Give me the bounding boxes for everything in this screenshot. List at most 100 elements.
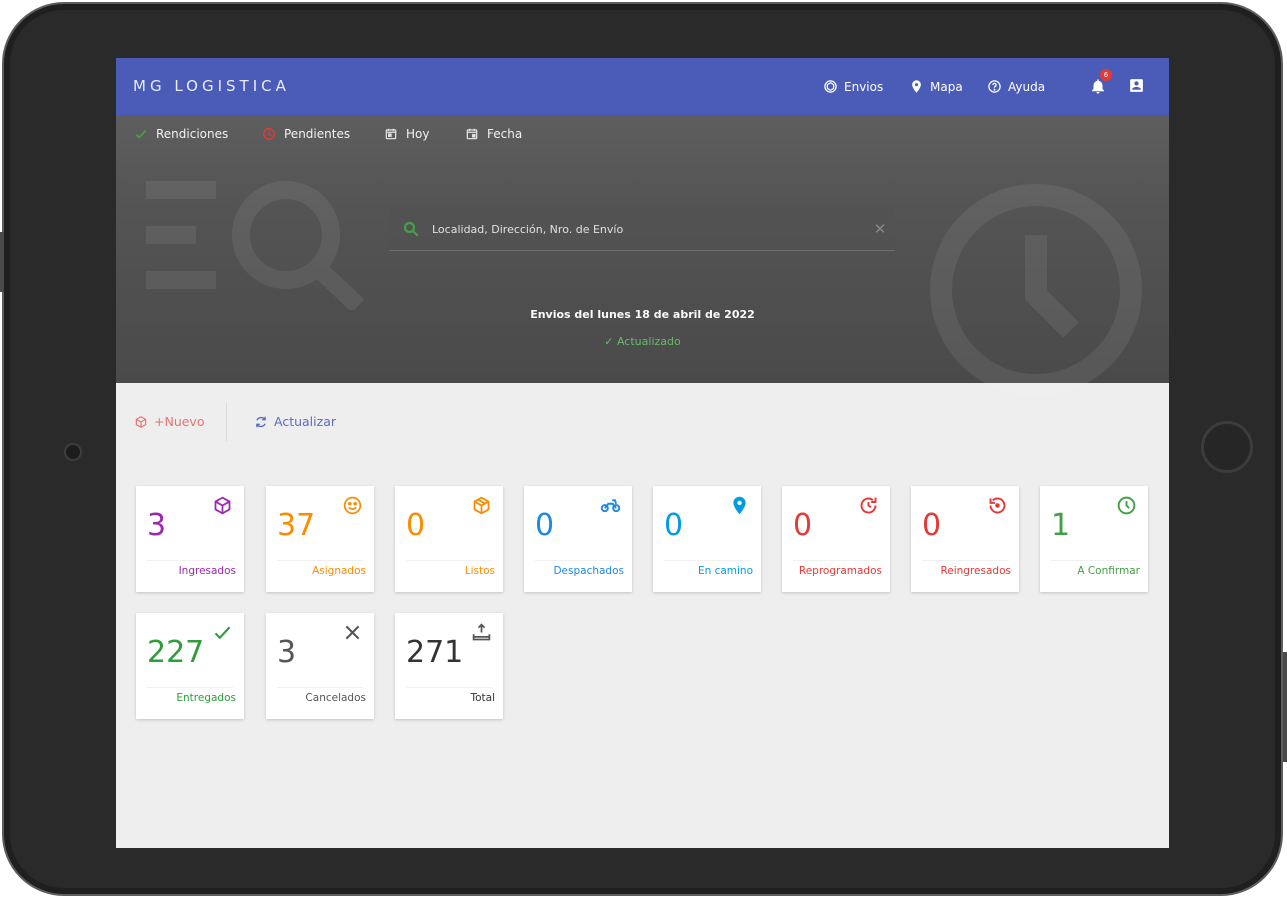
clock-icon xyxy=(1117,496,1136,515)
stat-label: Reprogramados xyxy=(798,565,882,577)
check-icon xyxy=(135,129,147,139)
stat-value: 227 xyxy=(147,635,205,670)
nav-envios-label: Envios xyxy=(844,79,884,94)
clear-search-icon[interactable]: ✕ xyxy=(865,220,895,238)
close-icon xyxy=(345,625,360,640)
stat-label: Despachados xyxy=(553,565,624,577)
search-input[interactable] xyxy=(430,221,865,237)
map-pin-icon xyxy=(912,80,921,93)
stat-value: 0 xyxy=(406,508,426,543)
top-bar: MG LOGISTICA Envios Mapa Ayuda 6 xyxy=(116,58,1169,115)
clock-decoration-icon xyxy=(930,184,1142,396)
stat-label: Total xyxy=(470,692,495,704)
toolbar-divider xyxy=(226,403,227,441)
stat-label: Cancelados xyxy=(305,692,366,704)
card-divider xyxy=(793,560,879,561)
stat-value: 37 xyxy=(277,508,316,543)
side-button-left xyxy=(0,232,4,292)
stat-value: 3 xyxy=(277,635,297,670)
nav-envios[interactable]: Envios xyxy=(823,79,883,94)
search-icon xyxy=(403,221,419,237)
stat-card-entregados[interactable]: 227 Entregados xyxy=(136,613,244,719)
package-icon xyxy=(473,496,490,515)
stat-value: 0 xyxy=(664,508,684,543)
new-button-label: +Nuevo xyxy=(154,414,205,429)
refresh-button-label: Actualizar xyxy=(274,414,336,429)
stat-label: A Confirmar xyxy=(1077,565,1140,577)
card-divider xyxy=(535,560,621,561)
nav-ayuda-label: Ayuda xyxy=(1008,79,1046,94)
nav-ayuda[interactable]: Ayuda xyxy=(987,79,1045,94)
stat-value: 3 xyxy=(147,508,167,543)
card-divider xyxy=(664,560,750,561)
new-button[interactable]: +Nuevo xyxy=(134,414,204,429)
filter-hoy-label: Hoy xyxy=(406,127,430,141)
smiley-icon xyxy=(343,496,362,515)
stat-card-reingresados[interactable]: 0 Reingresados xyxy=(911,486,1019,592)
search-bar: ✕ xyxy=(389,208,895,251)
filter-pendientes-label: Pendientes xyxy=(284,127,351,141)
stat-value: 1 xyxy=(1051,508,1071,543)
card-divider xyxy=(406,687,492,688)
filter-hoy[interactable]: Hoy xyxy=(384,127,429,141)
home-button xyxy=(1201,421,1253,473)
refresh-icon xyxy=(256,416,266,427)
card-divider xyxy=(147,687,233,688)
map-pin-icon xyxy=(733,496,746,515)
refresh-button[interactable]: Actualizar xyxy=(254,414,336,429)
search-hero: Rendiciones Pendientes Hoy Fecha ✕ Envio… xyxy=(116,115,1169,396)
card-divider xyxy=(277,560,363,561)
stat-label: Ingresados xyxy=(178,565,236,577)
side-button-right xyxy=(1283,652,1287,762)
stat-card-cancelados[interactable]: 3 Cancelados xyxy=(266,613,374,719)
help-icon xyxy=(988,80,1001,93)
magnifier-decoration-icon xyxy=(146,181,365,310)
motorcycle-icon xyxy=(600,499,621,513)
card-divider xyxy=(147,560,233,561)
filter-rendiciones-label: Rendiciones xyxy=(156,127,229,141)
stat-card-asignados[interactable]: 37 Asignados xyxy=(266,486,374,592)
stat-card-total[interactable]: 271 Total xyxy=(395,613,503,719)
cube-icon xyxy=(214,496,231,515)
check-icon xyxy=(214,626,231,640)
calendar-icon xyxy=(466,128,478,140)
filter-pendientes[interactable]: Pendientes xyxy=(262,127,350,141)
calendar-today-icon xyxy=(385,128,397,140)
brand-title: MG LOGISTICA xyxy=(133,77,290,95)
nav-mapa-label: Mapa xyxy=(930,79,963,94)
stat-label: Asignados xyxy=(312,565,366,577)
inbox-upload-icon xyxy=(472,623,491,641)
app-screen: MG LOGISTICA Envios Mapa Ayuda 6 Rendici… xyxy=(116,58,1169,848)
package-icon xyxy=(824,80,837,93)
stat-value: 0 xyxy=(922,508,942,543)
stat-label: En camino xyxy=(697,565,753,577)
updated-status: ✓ Actualizado xyxy=(604,335,681,348)
stat-card-a-confirmar[interactable]: 1 A Confirmar xyxy=(1040,486,1148,592)
filter-fecha-label: Fecha xyxy=(487,127,523,141)
package-icon xyxy=(135,415,147,428)
stat-card-listos[interactable]: 0 Listos xyxy=(395,486,503,592)
notification-badge: 6 xyxy=(1100,69,1112,81)
filter-fecha[interactable]: Fecha xyxy=(465,127,522,141)
stat-value: 0 xyxy=(535,508,555,543)
account-box-icon[interactable] xyxy=(1128,77,1145,94)
card-divider xyxy=(1051,560,1137,561)
stat-card-en-camino[interactable]: 0 En camino xyxy=(653,486,761,592)
card-divider xyxy=(406,560,492,561)
stat-card-reprogramados[interactable]: 0 Reprogramados xyxy=(782,486,890,592)
filter-rendiciones[interactable]: Rendiciones xyxy=(134,127,228,141)
shipments-date: Envios del lunes 18 de abril de 2022 xyxy=(530,308,755,321)
clock-icon xyxy=(263,128,275,140)
action-toolbar: +Nuevo Actualizar xyxy=(116,383,1169,463)
stat-label: Listos xyxy=(464,565,495,577)
card-divider xyxy=(277,687,363,688)
nav-mapa[interactable]: Mapa xyxy=(909,79,963,94)
stat-value: 0 xyxy=(793,508,813,543)
front-camera xyxy=(64,443,82,461)
stat-card-ingresados[interactable]: 3 Ingresados xyxy=(136,486,244,592)
reschedule-icon xyxy=(860,497,877,514)
stat-label: Entregados xyxy=(176,692,236,704)
history-icon xyxy=(989,497,1006,514)
stat-card-despachados[interactable]: 0 Despachados xyxy=(524,486,632,592)
card-divider xyxy=(922,560,1008,561)
